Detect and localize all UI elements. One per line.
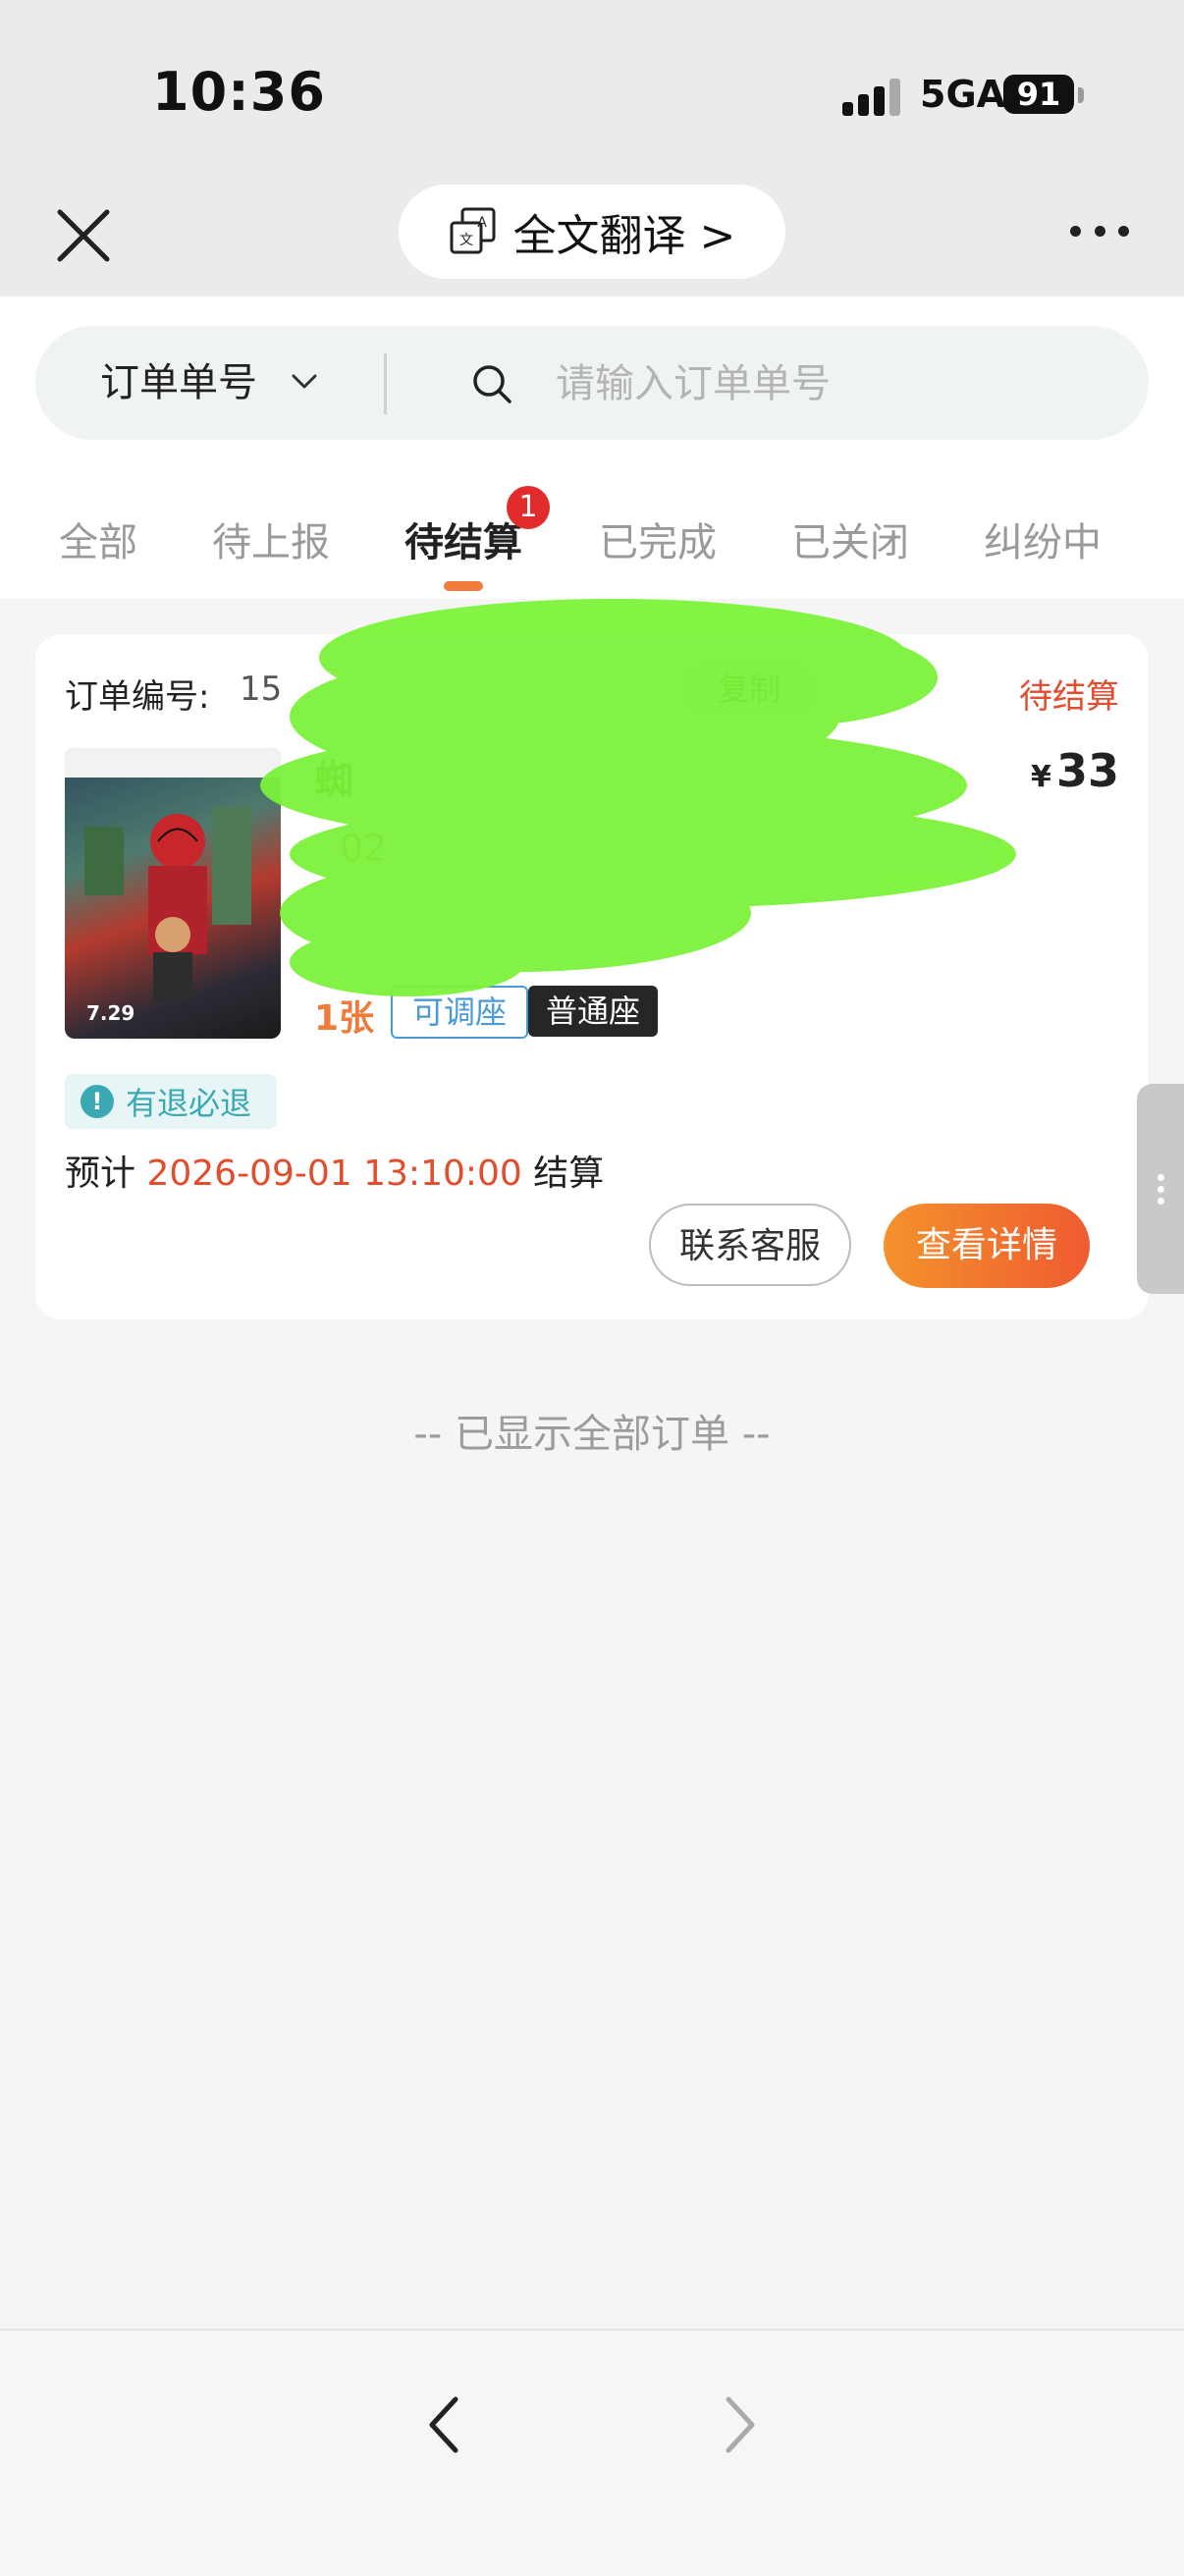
settle-suffix: 结算 [533, 1154, 605, 1194]
order-price: ¥ 33 [1031, 744, 1119, 797]
poster-art [65, 748, 281, 1001]
status-bar: 10:36 5GA 91 [0, 0, 1184, 187]
close-icon[interactable] [54, 206, 113, 265]
translate-label: 全文翻译 > [512, 211, 736, 261]
translate-icon: A 文 [450, 207, 496, 254]
search-icon [473, 365, 511, 403]
show-time: 02 [340, 827, 388, 870]
active-tab-indicator [444, 581, 483, 591]
tab-bar: 全部 待上报 待结算 已完成 已关闭 纠纷中 [0, 493, 1184, 599]
battery-tip [1078, 87, 1084, 103]
seat-type-tag: 普通座 [528, 986, 659, 1037]
order-number-value: 15 [240, 670, 283, 709]
chevron-down-icon[interactable] [289, 365, 320, 397]
tab-dispute[interactable]: 纠纷中 [984, 510, 1102, 567]
tab-closed[interactable]: 已关闭 [791, 510, 909, 567]
movie-name: 蜘 [314, 758, 353, 803]
order-status: 待结算 [1019, 677, 1119, 717]
order-card: 订单编号: 15 复制 待结算 7.29 蜘 ¥ 33 02 1张 可调座 普通… [35, 634, 1149, 1319]
settle-date: 2026-09-01 13:10:00 [146, 1154, 522, 1194]
tab-count-badge: 1 [507, 486, 550, 529]
order-number-input[interactable] [554, 349, 1107, 418]
svg-text:文: 文 [459, 233, 473, 248]
back-arrow-icon[interactable] [412, 2378, 475, 2472]
refund-badge: ! 有退必退 [65, 1074, 278, 1129]
nav-header: A 文 全文翻译 > [0, 185, 1184, 296]
network-type: 5GA [920, 73, 1006, 116]
settlement-info: 预计 2026-09-01 13:10:00 结算 [65, 1145, 604, 1196]
battery-icon: 91 [1003, 75, 1074, 114]
search-type-selector[interactable]: 订单单号 [100, 326, 257, 440]
svg-text:A: A [477, 215, 487, 231]
price-currency: ¥ [1031, 760, 1051, 794]
refund-label: 有退必退 [126, 1085, 252, 1122]
tab-pending-settlement[interactable]: 待结算 [404, 510, 522, 567]
seat-adjustable-tag: 可调座 [391, 986, 529, 1039]
filter-area: 订单单号 全部 待上报 待结算 已完成 已关闭 纠纷中 1 [0, 296, 1184, 599]
order-number-label: 订单编号: [65, 677, 210, 717]
tab-pending-report[interactable]: 待上报 [212, 510, 330, 567]
poster-caption: 7.29 [86, 1001, 135, 1025]
forward-arrow-icon[interactable] [709, 2378, 772, 2472]
side-drawer-handle[interactable] [1137, 1084, 1184, 1294]
signal-icon [842, 77, 901, 116]
search-bar: 订单单号 [35, 326, 1149, 440]
contact-support-button[interactable]: 联系客服 [649, 1204, 851, 1286]
price-value: 33 [1055, 744, 1119, 797]
view-details-button[interactable]: 查看详情 [884, 1204, 1090, 1288]
ticket-count: 1张 [314, 998, 375, 1039]
translate-button[interactable]: A 文 全文翻译 > [399, 185, 785, 279]
status-time: 10:36 [152, 61, 326, 123]
info-icon: ! [81, 1085, 114, 1118]
browser-toolbar [0, 2329, 1184, 2576]
tab-all[interactable]: 全部 [59, 510, 137, 567]
end-of-list-text: -- 已显示全部订单 -- [413, 1412, 771, 1457]
tab-completed[interactable]: 已完成 [599, 510, 717, 567]
settle-prefix: 预计 [65, 1154, 136, 1194]
search-divider [384, 353, 387, 414]
more-icon[interactable] [1070, 216, 1129, 245]
movie-poster: 7.29 [65, 748, 281, 1039]
copy-button[interactable]: 复制 [679, 662, 819, 717]
